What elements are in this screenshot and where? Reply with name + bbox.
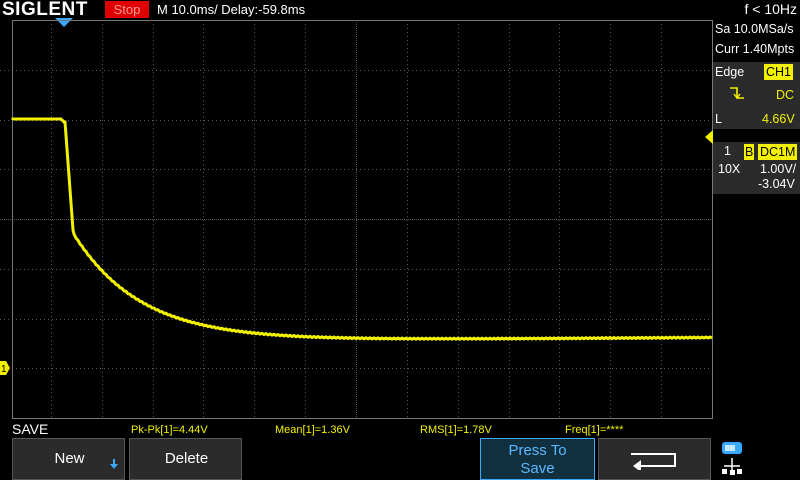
return-arrow-icon	[631, 453, 676, 470]
usb-storage-icon[interactable]	[720, 440, 746, 478]
trigger-panel[interactable]: Edge CH1 DC L 4.66V	[713, 62, 800, 129]
measurement-freq: Freq[1]=****	[565, 424, 624, 436]
rising-edge-icon	[730, 87, 744, 100]
brand-logo: SIGLENT	[2, 0, 88, 20]
save-label: Save	[520, 460, 555, 477]
measurement-pk-pk: Pk-Pk[1]=4.44V	[131, 424, 208, 436]
timebase-readout: M 10.0ms/ Delay:-59.8ms	[157, 2, 306, 17]
sample-rate: Sa 10.0MSa/s	[715, 22, 794, 36]
frequency-counter: f < 10Hz	[744, 1, 797, 17]
channel-number: 1	[724, 144, 731, 158]
trigger-source: CH1	[764, 64, 794, 80]
menu-title: SAVE	[12, 421, 49, 437]
bandwidth-limit-tag: B	[744, 144, 755, 160]
vertical-offset: -3.04V	[758, 177, 795, 191]
probe-attenuation: 10X	[718, 162, 741, 176]
trigger-type: Edge	[715, 65, 745, 79]
graticule	[0, 20, 713, 419]
ground-marker-label: 1	[1, 364, 7, 375]
memory-depth: Curr 1.40Mpts	[715, 42, 795, 56]
trigger-level-label: L	[715, 112, 722, 126]
vertical-scale: 1.00V/	[760, 162, 797, 176]
delete-button-label: Delete	[164, 450, 209, 467]
coupling-tag: DC1M	[758, 144, 798, 160]
chevron-down-icon	[110, 459, 118, 469]
measurement-rms: RMS[1]=1.78V	[420, 424, 492, 436]
info-panel: Sa 10.0MSa/s Curr 1.40Mpts Edge CH1 DC L…	[713, 20, 800, 420]
back-button[interactable]	[598, 438, 711, 480]
press-to-label: Press To	[508, 442, 567, 459]
ground-marker[interactable]: 1	[0, 361, 10, 375]
press-to-save-button[interactable]: Press To Save	[480, 438, 595, 480]
trigger-level-value: 4.66V	[762, 112, 795, 126]
delete-button[interactable]: Delete	[129, 438, 242, 480]
measurement-mean: Mean[1]=1.36V	[275, 424, 350, 436]
trigger-coupling: DC	[776, 88, 795, 102]
waveform-display[interactable]: 1	[0, 20, 713, 420]
channel-1-trace	[11, 117, 713, 341]
channel-1-panel[interactable]: 1 B DC1M 10X 1.00V/ -3.04V	[713, 142, 800, 194]
new-button[interactable]: New	[12, 438, 125, 480]
run-stop-indicator[interactable]: Stop	[105, 1, 149, 18]
trigger-level-marker-icon[interactable]	[705, 130, 713, 144]
